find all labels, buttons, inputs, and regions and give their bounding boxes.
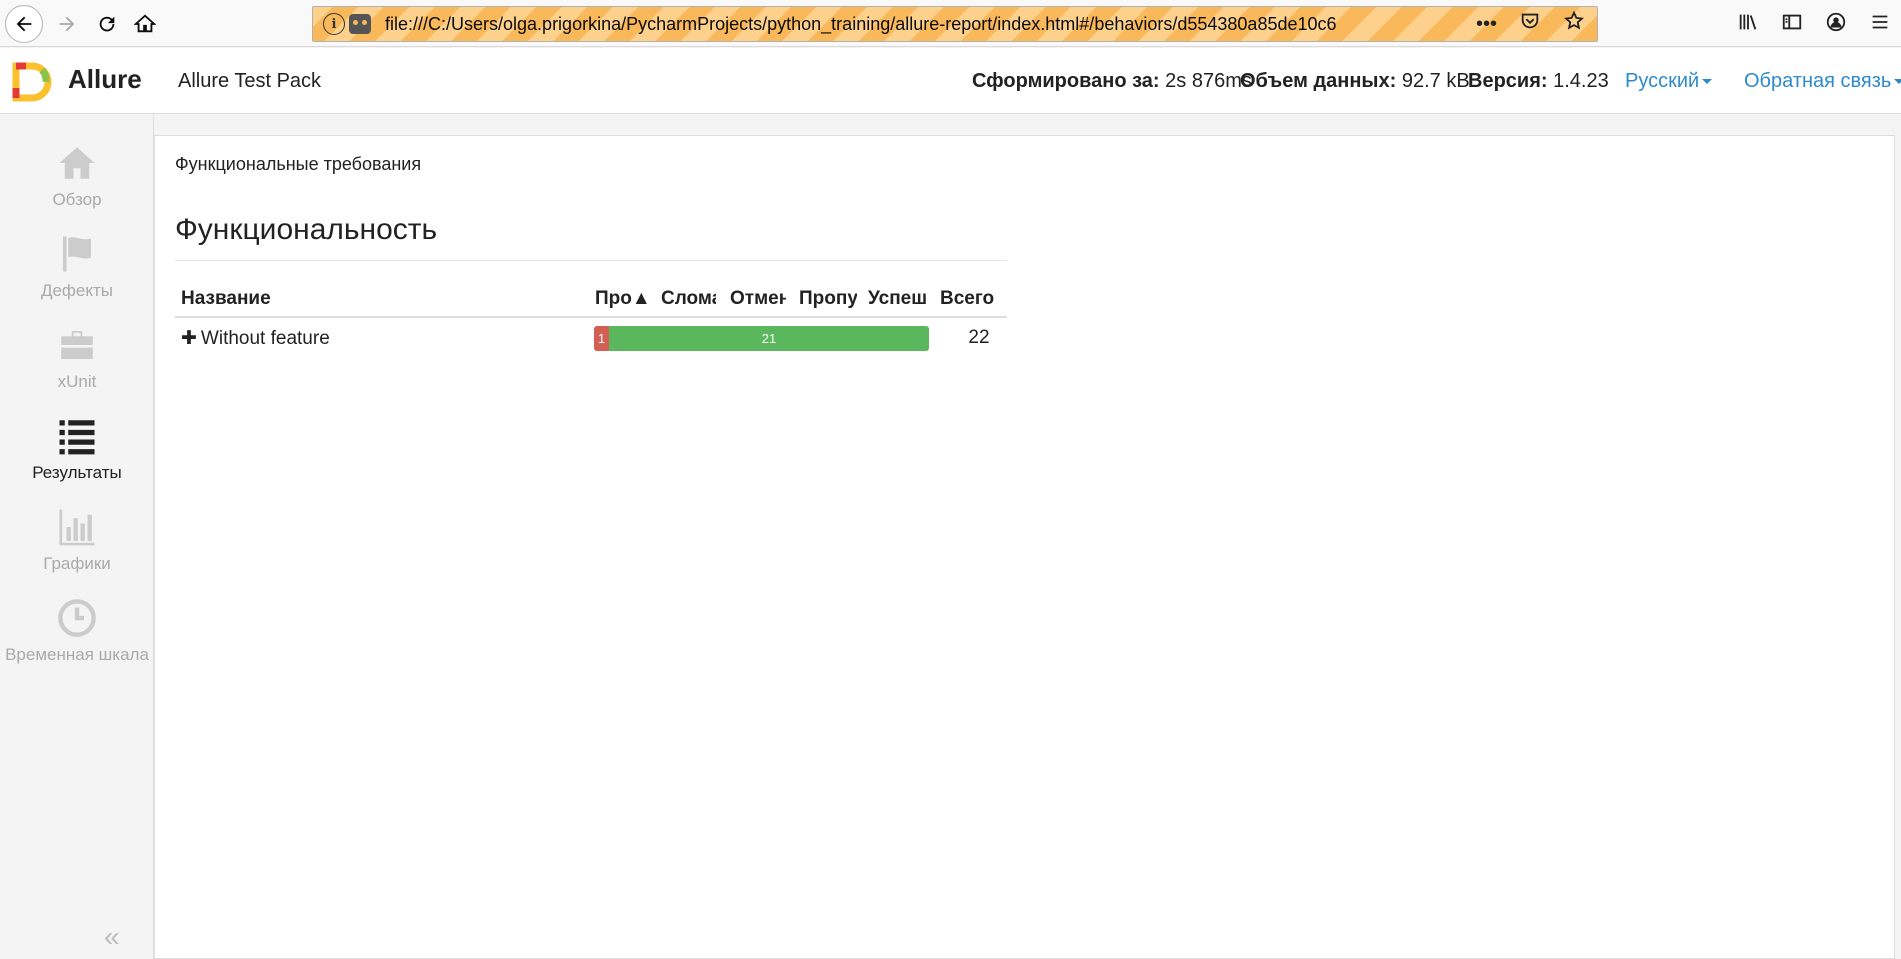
flag-icon: [63, 236, 91, 272]
sidebar-item-label: Дефекты: [40, 281, 114, 300]
size-label: Объем данных:: [1240, 70, 1397, 92]
expand-plus-icon[interactable]: ✚: [181, 328, 197, 349]
feedback-dropdown[interactable]: Обратная связь: [1744, 70, 1901, 93]
table-header: Название Про▲ Сломанные Отмененные Пропу…: [175, 288, 1007, 318]
column-header-total[interactable]: Всего: [940, 288, 1000, 310]
data-size: Объем данных: 92.7 kB: [1240, 70, 1470, 93]
breadcrumb: Функциональные требования: [175, 154, 422, 174]
passed-segment[interactable]: 21: [609, 326, 929, 351]
url-bar[interactable]: i file:///C:/Users/olga.prigorkina/Pycha…: [312, 6, 1598, 42]
robot-icon[interactable]: [349, 14, 371, 34]
sidebar-item-xunit[interactable]: xUnit: [0, 324, 154, 414]
chevron-down-icon: [1702, 79, 1713, 85]
sidebar-item-label: xUnit: [57, 372, 97, 391]
sidebar-item-overview[interactable]: Обзор: [0, 142, 154, 232]
table-row[interactable]: ✚ Without feature 1 21 22: [175, 322, 1007, 356]
menu-icon[interactable]: [1869, 11, 1891, 38]
sidebar-item-results[interactable]: Результаты: [0, 415, 154, 505]
version-value: 1.4.23: [1553, 70, 1609, 92]
generated-value: 2s 876ms: [1165, 70, 1252, 92]
account-icon[interactable]: [1825, 11, 1847, 38]
column-header-broken[interactable]: Сломанные: [661, 288, 716, 310]
sidebar-item-graphs[interactable]: Графики: [0, 506, 154, 596]
sidebar: Обзор Дефекты xUnit Результаты Графики В…: [0, 114, 154, 959]
list-icon: [59, 420, 95, 455]
sidebar-item-timeline[interactable]: Временная шкала: [0, 597, 154, 687]
feedback-label[interactable]: Обратная связь: [1744, 70, 1891, 92]
forward-arrow-icon[interactable]: [48, 5, 86, 43]
info-icon[interactable]: i: [323, 13, 345, 35]
sidebar-item-label: Обзор: [52, 190, 102, 209]
language-dropdown[interactable]: Русский: [1625, 70, 1713, 93]
collapse-sidebar-icon[interactable]: «: [104, 921, 120, 953]
title-divider: [175, 260, 1007, 261]
language-label[interactable]: Русский: [1625, 70, 1699, 92]
back-arrow-icon[interactable]: [5, 5, 43, 43]
column-header-passed[interactable]: Успешные: [868, 288, 926, 310]
briefcase-icon: [61, 331, 93, 359]
sidebar-toggle-icon[interactable]: [1781, 11, 1803, 38]
chevron-down-icon: [1894, 79, 1901, 85]
library-icon[interactable]: [1737, 11, 1759, 38]
feature-name[interactable]: ✚ Without feature: [181, 327, 330, 350]
column-header-canceled[interactable]: Отмененные: [730, 288, 786, 310]
version-label: Версия:: [1468, 70, 1548, 92]
column-header-failed[interactable]: Про▲: [595, 288, 647, 310]
failed-segment[interactable]: 1: [594, 326, 610, 351]
more-actions-icon[interactable]: •••: [1476, 13, 1497, 36]
sidebar-item-label: Графики: [43, 554, 111, 573]
bar-chart-icon: [59, 509, 95, 546]
size-value: 92.7 kB: [1401, 70, 1470, 92]
bookmark-star-icon[interactable]: [1563, 10, 1585, 38]
sidebar-item-label: Результаты: [32, 463, 122, 482]
home-icon[interactable]: [126, 5, 164, 43]
generated-time: Сформировано за: 2s 876ms: [972, 70, 1252, 93]
sidebar-item-label: Временная шкала: [5, 645, 149, 664]
column-header-name[interactable]: Название: [181, 288, 481, 310]
allure-logo-icon: [12, 62, 52, 102]
column-header-skipped[interactable]: Пропущенные: [799, 288, 857, 310]
clock-icon: [58, 599, 96, 637]
main-panel: Функциональные требования Функциональнос…: [154, 135, 1895, 959]
generated-label: Сформировано за:: [972, 70, 1160, 92]
page-title: Функциональность: [175, 213, 438, 246]
pocket-icon[interactable]: [1519, 10, 1541, 38]
brand-name[interactable]: Allure: [68, 64, 142, 95]
status-bar: 1 21: [594, 326, 929, 351]
sidebar-item-defects[interactable]: Дефекты: [0, 233, 154, 323]
reload-icon[interactable]: [88, 5, 126, 43]
url-text[interactable]: file:///C:/Users/olga.prigorkina/Pycharm…: [385, 14, 1337, 35]
app-header: Allure Allure Test Pack Сформировано за:…: [0, 48, 1901, 114]
home-icon: [59, 147, 95, 179]
report-name: Allure Test Pack: [178, 70, 322, 92]
total-count: 22: [968, 327, 990, 348]
browser-toolbar: i file:///C:/Users/olga.prigorkina/Pycha…: [0, 0, 1901, 47]
version: Версия: 1.4.23: [1468, 70, 1609, 93]
feature-label[interactable]: Without feature: [201, 328, 330, 349]
